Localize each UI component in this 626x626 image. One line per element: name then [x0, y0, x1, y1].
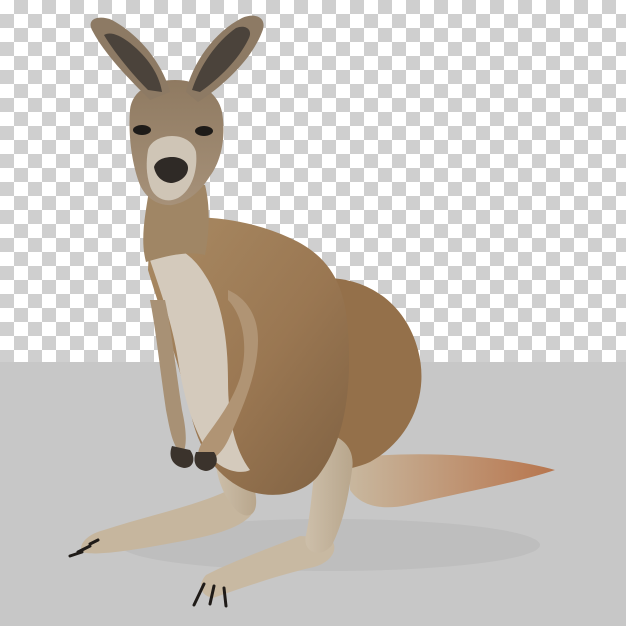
kangaroo-left-paw: [170, 446, 194, 468]
kangaroo-left-eye: [133, 125, 151, 135]
kangaroo-right-paw: [194, 452, 217, 471]
kangaroo-tail: [350, 454, 555, 508]
kangaroo-illustration: [68, 15, 555, 608]
image-canvas: [0, 0, 626, 626]
kangaroo-right-eye: [195, 126, 213, 136]
